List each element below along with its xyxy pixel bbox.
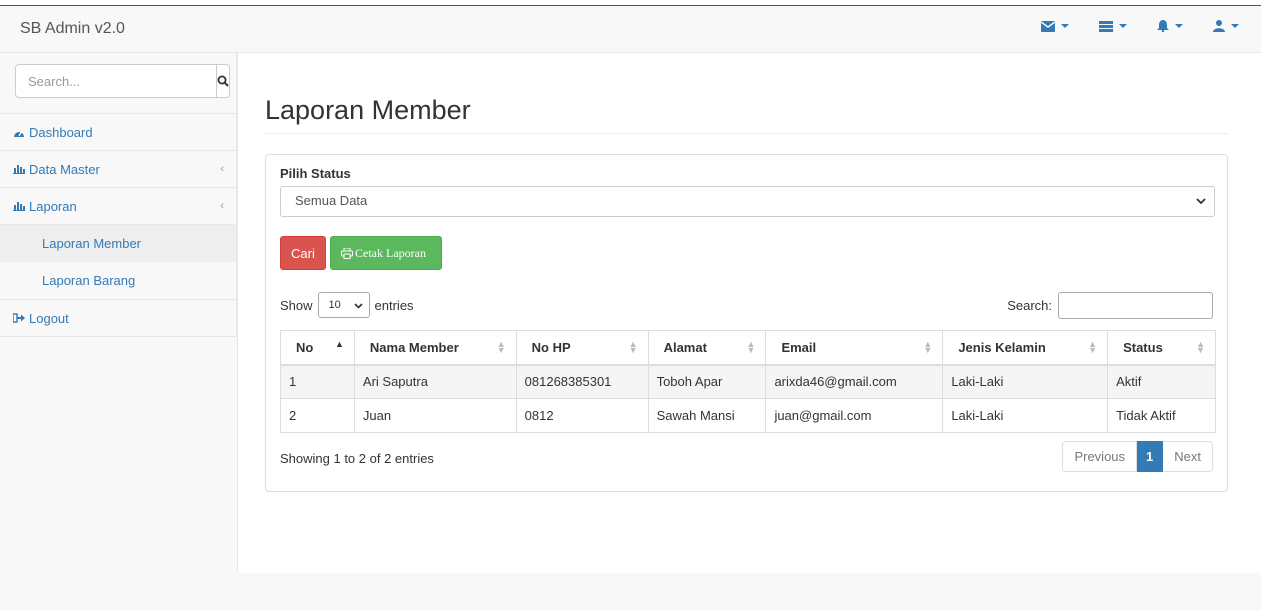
table-cell: 1 bbox=[280, 364, 355, 399]
sidebar-item-label: Data Master bbox=[29, 161, 100, 177]
sidebar-item-dashboard[interactable]: Dashboard bbox=[0, 114, 236, 151]
table-search: Search: bbox=[1007, 292, 1213, 319]
sidebar-item-logout[interactable]: Logout bbox=[0, 300, 236, 337]
table-cell: Tidak Aktif bbox=[1107, 398, 1216, 433]
status-select[interactable]: Semua Data bbox=[280, 186, 1215, 217]
sidebar-search bbox=[0, 53, 236, 114]
chevron-left-icon: ‹ bbox=[220, 163, 224, 175]
cetak-laporan-button[interactable]: Cetak Laporan bbox=[330, 236, 442, 270]
laporan-submenu: Laporan Member Laporan Barang bbox=[0, 225, 236, 300]
table-cell: Juan bbox=[353, 398, 517, 433]
table-cell: Ari Saputra bbox=[353, 364, 517, 399]
member-table: No ▲ Nama Member ▲ ▼ No HP ▲ ▼ Alamat ▲ ▼ Email… bbox=[280, 330, 1216, 433]
dashboard-icon bbox=[13, 127, 25, 138]
user-icon bbox=[1213, 20, 1225, 32]
page-title: Laporan Member bbox=[265, 95, 471, 125]
navbar-right-menu bbox=[1041, 20, 1239, 32]
sidebar-subitem-laporan-barang[interactable]: Laporan Barang bbox=[0, 262, 236, 299]
bar-chart-icon bbox=[13, 164, 25, 174]
sidebar: Dashboard Data Master ‹ Laporan ‹ Lapora… bbox=[0, 53, 237, 337]
column-header-status[interactable]: Status ▲ ▼ bbox=[1107, 330, 1216, 366]
table-cell: 081268385301 bbox=[515, 364, 649, 399]
pagination-previous[interactable]: Previous bbox=[1062, 441, 1138, 472]
table-cell: Laki-Laki bbox=[942, 364, 1109, 399]
page-length-control: Show 10 entries bbox=[280, 292, 414, 318]
table-info: Showing 1 to 2 of 2 entries bbox=[280, 451, 434, 466]
pagination-page-1[interactable]: 1 bbox=[1137, 441, 1164, 472]
sort-icon: ▲ ▼ bbox=[923, 339, 933, 355]
entries-label: entries bbox=[374, 297, 414, 313]
sidebar-item-laporan[interactable]: Laporan ‹ bbox=[0, 188, 236, 225]
column-header-email[interactable]: Email ▲ ▼ bbox=[765, 330, 944, 366]
search-icon bbox=[217, 75, 229, 87]
table-cell: Sawah Mansi bbox=[647, 398, 767, 433]
chevron-left-icon: ‹ bbox=[220, 200, 224, 212]
status-label: Pilih Status bbox=[280, 166, 351, 181]
cari-button[interactable]: Cari bbox=[280, 236, 326, 270]
chevron-down-icon bbox=[1119, 24, 1127, 28]
messages-dropdown[interactable] bbox=[1041, 20, 1069, 32]
sidebar-item-label: Logout bbox=[29, 310, 69, 326]
table-cell: Toboh Apar bbox=[647, 364, 767, 399]
page-wrapper: Laporan Member Pilih Status Semua Data C… bbox=[238, 53, 1261, 573]
bell-icon bbox=[1157, 20, 1169, 32]
chevron-down-icon bbox=[353, 302, 363, 309]
report-panel: Pilih Status Semua Data Cari Cetak Lapor… bbox=[265, 154, 1228, 492]
sidebar-subitem-laporan-member[interactable]: Laporan Member bbox=[0, 225, 236, 262]
page-length-select[interactable]: 10 bbox=[317, 292, 370, 318]
table-cell: juan@gmail.com bbox=[765, 398, 944, 433]
table-search-label: Search: bbox=[1007, 298, 1052, 313]
print-icon bbox=[341, 247, 353, 259]
user-dropdown[interactable] bbox=[1213, 20, 1239, 32]
brand-logo[interactable]: SB Admin v2.0 bbox=[20, 20, 125, 38]
sidebar-item-label: Dashboard bbox=[29, 124, 93, 140]
column-header-jenis-kelamin[interactable]: Jenis Kelamin ▲ ▼ bbox=[942, 330, 1109, 366]
table-row: 1 Ari Saputra 081268385301 Toboh Apar ar… bbox=[280, 364, 1216, 399]
column-header-no-hp[interactable]: No HP ▲ ▼ bbox=[515, 330, 649, 366]
sidebar-search-group bbox=[15, 64, 230, 98]
sidebar-search-button[interactable] bbox=[217, 64, 230, 98]
chevron-down-icon bbox=[1231, 24, 1239, 28]
tasks-dropdown[interactable] bbox=[1099, 20, 1127, 32]
chevron-down-icon bbox=[1196, 198, 1206, 205]
sort-icon: ▲ ▼ bbox=[1088, 339, 1098, 355]
table-cell: 0812 bbox=[515, 398, 649, 433]
sort-icon: ▲ ▼ bbox=[746, 339, 756, 355]
sidebar-item-label: Laporan bbox=[29, 198, 77, 214]
table-header-row: No ▲ Nama Member ▲ ▼ No HP ▲ ▼ Alamat ▲ ▼ Email… bbox=[280, 330, 1216, 366]
table-row: 2 Juan 0812 Sawah Mansi juan@gmail.com L… bbox=[280, 398, 1216, 433]
pagination: Previous 1 Next bbox=[1062, 441, 1213, 472]
column-header-nama-member[interactable]: Nama Member ▲ ▼ bbox=[353, 330, 517, 366]
sign-out-icon bbox=[13, 313, 25, 323]
cari-button-label: Cari bbox=[291, 245, 315, 261]
table-cell: Laki-Laki bbox=[942, 398, 1109, 433]
title-divider bbox=[265, 133, 1228, 134]
top-navbar: SB Admin v2.0 bbox=[0, 6, 1261, 53]
sort-icon: ▲ ▼ bbox=[496, 339, 506, 355]
status-selected-value: Semua Data bbox=[295, 193, 368, 208]
sort-icon: ▲ ▼ bbox=[1196, 339, 1205, 355]
sidebar-item-data-master[interactable]: Data Master ‹ bbox=[0, 151, 236, 188]
sidebar-search-input[interactable] bbox=[15, 64, 217, 98]
column-header-no[interactable]: No ▲ bbox=[280, 330, 355, 366]
page-length-value: 10 bbox=[328, 299, 341, 311]
pagination-next[interactable]: Next bbox=[1163, 441, 1213, 472]
column-header-alamat[interactable]: Alamat ▲ ▼ bbox=[647, 330, 767, 366]
bar-chart-icon bbox=[13, 201, 25, 211]
chevron-down-icon bbox=[1061, 24, 1069, 28]
cetak-button-label: Cetak Laporan bbox=[355, 245, 426, 260]
tasks-icon bbox=[1099, 20, 1113, 32]
envelope-icon bbox=[1041, 20, 1055, 32]
show-label: Show bbox=[280, 297, 313, 313]
table-cell: 2 bbox=[280, 398, 355, 433]
alerts-dropdown[interactable] bbox=[1157, 20, 1183, 32]
sort-icon: ▲ ▼ bbox=[628, 339, 638, 355]
table-cell: arixda46@gmail.com bbox=[765, 364, 944, 399]
table-cell: Aktif bbox=[1107, 364, 1216, 399]
sort-asc-icon: ▲ bbox=[334, 339, 344, 349]
chevron-down-icon bbox=[1175, 24, 1183, 28]
table-search-input[interactable] bbox=[1058, 292, 1213, 319]
